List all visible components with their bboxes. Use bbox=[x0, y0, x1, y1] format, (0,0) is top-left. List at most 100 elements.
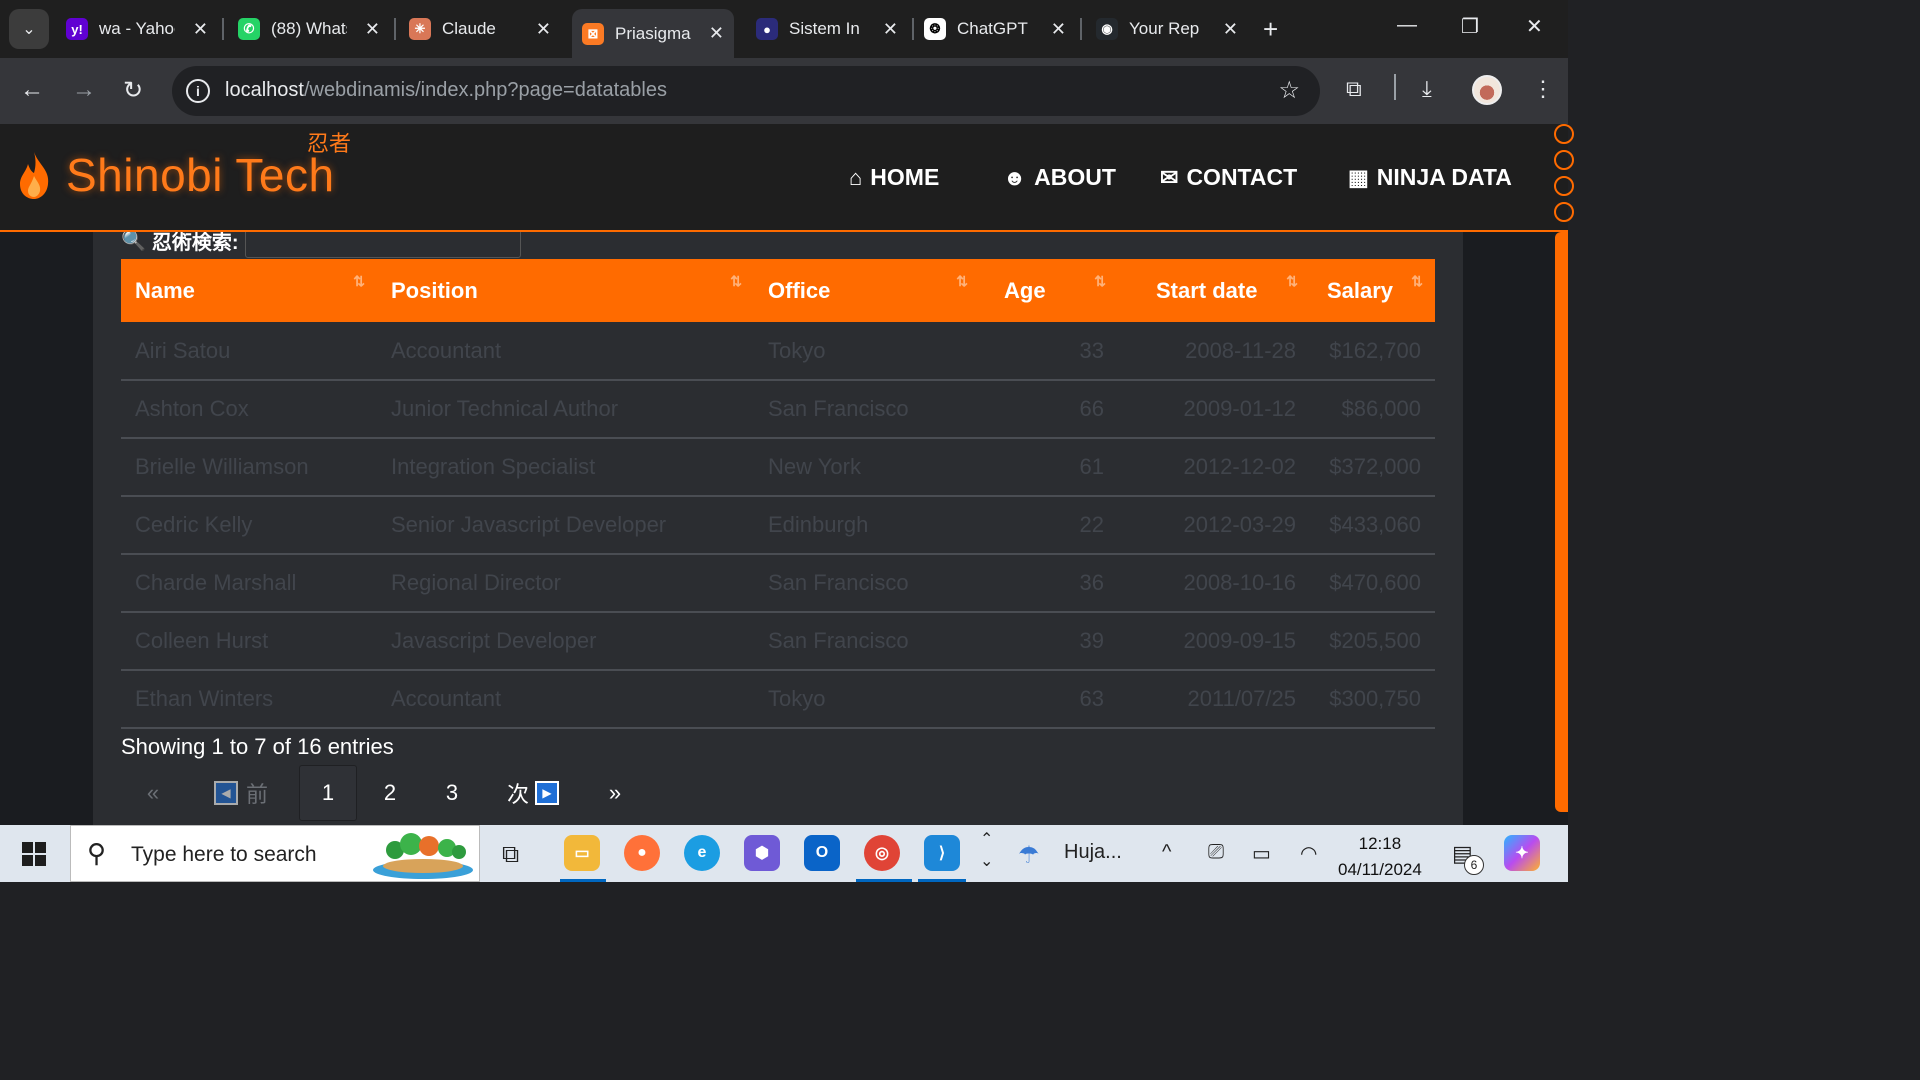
search-input[interactable] bbox=[244, 232, 521, 258]
tab-close-icon[interactable]: ✕ bbox=[883, 19, 898, 40]
column-header-label: Salary bbox=[1326, 277, 1393, 303]
tab-close-icon[interactable]: ✕ bbox=[1223, 19, 1238, 40]
brand-logo[interactable]: Shinobi Tech bbox=[14, 148, 335, 202]
page-2-button[interactable]: 2 bbox=[359, 765, 421, 821]
system-clock[interactable]: 12:18 04/11/2024 bbox=[1338, 831, 1422, 883]
tab-search-button[interactable]: ⌄ bbox=[9, 9, 49, 49]
column-header-start-date[interactable]: Start date ⇅ bbox=[1118, 259, 1310, 322]
copilot-app-icon[interactable]: ⬢ bbox=[744, 835, 780, 871]
edge-icon[interactable]: e bbox=[684, 835, 720, 871]
meet-now-icon[interactable]: ⎚ bbox=[1208, 841, 1224, 864]
column-header-position[interactable]: Position ⇅ bbox=[377, 259, 754, 322]
windows-start-icon[interactable] bbox=[22, 842, 46, 866]
sort-icon: ⇅ bbox=[1286, 273, 1298, 289]
extensions-icon[interactable]: ⧉ bbox=[1346, 76, 1362, 102]
restore-button[interactable]: ❐ bbox=[1461, 14, 1479, 39]
cell-office: Edinburgh bbox=[754, 496, 980, 555]
browser-tab-xampp[interactable]: ⊠ Priasigma ✕ bbox=[572, 9, 734, 58]
claude-icon: ✳ bbox=[409, 18, 431, 40]
tab-close-icon[interactable]: ✕ bbox=[193, 19, 208, 40]
column-header-name[interactable]: Name ⇅ bbox=[121, 259, 377, 322]
column-header-age[interactable]: Age ⇅ bbox=[980, 259, 1118, 322]
chrome-active-bar bbox=[856, 879, 912, 882]
first-page-button[interactable]: « bbox=[121, 765, 185, 821]
download-icon[interactable]: ⤓ bbox=[1422, 76, 1432, 102]
column-header-label: Position bbox=[391, 277, 478, 303]
outlook-icon[interactable]: O bbox=[804, 835, 840, 871]
cell-position: Accountant bbox=[377, 322, 754, 381]
task-view-icon[interactable]: ⧉ bbox=[502, 841, 519, 869]
nav-label: HOME bbox=[870, 164, 940, 190]
tray-chevron-icon[interactable]: ^ bbox=[1162, 841, 1171, 864]
table-row[interactable]: Cedric Kelly Senior Javascript Developer E… bbox=[121, 496, 1435, 555]
browser-tab-sistem[interactable]: ● Sistem In ✕ bbox=[746, 9, 908, 49]
tab-close-icon[interactable]: ✕ bbox=[709, 23, 724, 44]
table-row[interactable]: Ethan Winters Accountant Tokyo 63 2011/07/25… bbox=[121, 670, 1435, 729]
copilot-icon[interactable]: ✦ bbox=[1504, 835, 1540, 871]
cell-name: Charde Marshall bbox=[121, 554, 377, 613]
page-1-button[interactable]: 1 bbox=[299, 765, 357, 821]
forward-button[interactable]: → bbox=[72, 76, 96, 104]
nav-label: NINJA DATA bbox=[1376, 164, 1512, 190]
browser-menu-icon[interactable]: ⋮ bbox=[1532, 76, 1554, 102]
cell-office: New York bbox=[754, 438, 980, 497]
cell-age: 39 bbox=[980, 612, 1118, 671]
column-header-salary[interactable]: Salary ⇅ bbox=[1310, 259, 1435, 322]
nav-contact[interactable]: ✉ CONTACT bbox=[1160, 164, 1297, 191]
tab-title: (88) WhatsApp bbox=[271, 19, 347, 38]
last-page-button[interactable]: » bbox=[583, 765, 647, 821]
profile-avatar[interactable] bbox=[1472, 75, 1502, 105]
table-row[interactable]: Brielle Williamson Integration Specialist… bbox=[121, 438, 1435, 497]
cell-age: 33 bbox=[980, 322, 1118, 381]
nav-about[interactable]: ☻ ABOUT bbox=[1003, 164, 1116, 191]
taskbar-search-placeholder: Type here to search bbox=[131, 843, 317, 866]
table-row[interactable]: Airi Satou Accountant Tokyo 33 2008-11-28 $16… bbox=[121, 322, 1435, 381]
tab-title: Your Rep bbox=[1129, 19, 1200, 38]
browser-tab-chatgpt[interactable]: ❂ ChatGPT ✕ bbox=[914, 9, 1076, 49]
prev-page-button[interactable]: ◀ 前 bbox=[185, 765, 297, 821]
tab-close-icon[interactable]: ✕ bbox=[1051, 19, 1066, 40]
browser-tab-whatsapp[interactable]: ✆ (88) WhatsApp ✕ bbox=[228, 9, 390, 49]
tab-close-icon[interactable]: ✕ bbox=[365, 19, 380, 40]
table-row[interactable]: Ashton Cox Junior Technical Author San Fra… bbox=[121, 380, 1435, 439]
cell-age: 66 bbox=[980, 380, 1118, 439]
firefox-icon[interactable]: ● bbox=[624, 835, 660, 871]
table-row[interactable]: Charde Marshall Regional Director San Fran… bbox=[121, 554, 1435, 613]
wifi-icon[interactable]: ◠ bbox=[1300, 841, 1317, 866]
table-row[interactable]: Colleen Hurst Javascript Developer San Fra… bbox=[121, 612, 1435, 671]
next-page-button[interactable]: 次 ▶ bbox=[483, 765, 583, 821]
taskbar-search[interactable]: ⚲ Type here to search bbox=[70, 825, 480, 882]
cell-start-date: 2012-03-29 bbox=[1118, 496, 1310, 555]
tab-close-icon[interactable]: ✕ bbox=[536, 19, 551, 40]
github-icon: ◉ bbox=[1096, 18, 1118, 40]
minimize-button[interactable]: — bbox=[1397, 14, 1417, 37]
back-button[interactable]: ← bbox=[20, 76, 44, 104]
new-tab-button[interactable]: + bbox=[1263, 14, 1278, 45]
weather-text[interactable]: Huja... bbox=[1064, 841, 1122, 864]
browser-tab-claude[interactable]: ✳ Claude ✕ bbox=[399, 9, 561, 49]
sort-icon: ⇅ bbox=[1094, 273, 1106, 289]
nav-ninja-data[interactable]: ▦ NINJA DATA bbox=[1348, 164, 1512, 191]
cell-position: Accountant bbox=[377, 670, 754, 729]
taskbar-overflow-arrows[interactable]: ⌃ ⌄ bbox=[980, 829, 993, 873]
cell-start-date: 2011/07/25 bbox=[1118, 670, 1310, 729]
battery-icon[interactable]: ▭ bbox=[1252, 841, 1271, 866]
close-window-button[interactable]: ✕ bbox=[1526, 14, 1543, 39]
browser-tab-yahoo[interactable]: y! wa - Yahoo ✕ bbox=[56, 9, 218, 49]
nav-home[interactable]: ⌂ HOME bbox=[849, 164, 939, 191]
url-text[interactable]: localhost/webdinamis/index.php?page=data… bbox=[225, 79, 667, 102]
whatsapp-icon: ✆ bbox=[238, 18, 260, 40]
page-3-button[interactable]: 3 bbox=[421, 765, 483, 821]
file-explorer-icon[interactable]: ▭ bbox=[564, 835, 600, 871]
cell-start-date: 2012-12-02 bbox=[1118, 438, 1310, 497]
page-scrollbar[interactable] bbox=[1555, 232, 1568, 812]
chrome-icon[interactable]: ◎ bbox=[864, 835, 900, 871]
cell-office: San Francisco bbox=[754, 612, 980, 671]
reload-button[interactable]: ↻ bbox=[123, 76, 143, 105]
address-bar[interactable]: i localhost/webdinamis/index.php?page=da… bbox=[172, 66, 1320, 116]
bookmark-star-icon[interactable]: ☆ bbox=[1278, 76, 1300, 105]
site-info-icon[interactable]: i bbox=[186, 79, 210, 103]
vscode-icon[interactable]: ⟩ bbox=[924, 835, 960, 871]
browser-tab-github[interactable]: ◉ Your Rep ✕ bbox=[1086, 9, 1248, 49]
column-header-office[interactable]: Office ⇅ bbox=[754, 259, 980, 322]
